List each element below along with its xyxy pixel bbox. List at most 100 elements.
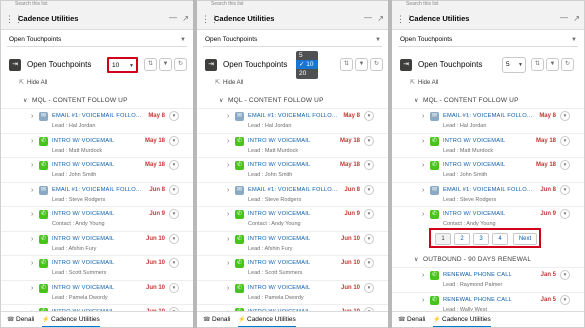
refresh-button[interactable]: ↻ bbox=[174, 58, 187, 71]
row-actions-button[interactable]: ▼ bbox=[364, 282, 374, 293]
task-name[interactable]: INTRO W/ VOICEMAIL bbox=[443, 210, 505, 219]
apps-icon[interactable]: ⋮⋮ bbox=[396, 14, 414, 24]
row-actions-button[interactable]: ▼ bbox=[169, 184, 179, 195]
page-button-4[interactable]: 4 bbox=[492, 233, 508, 245]
task-row[interactable]: › ✆ INTRO W/ VOICEMAIL Lead : Afshin Fury Ju… bbox=[1, 230, 193, 254]
chevron-right-icon[interactable]: › bbox=[227, 161, 229, 171]
task-name[interactable]: INTRO W/ VOICEMAIL bbox=[248, 235, 310, 244]
popout-icon[interactable]: ↗ bbox=[377, 13, 384, 25]
footer-item-denali[interactable]: ☎ Denali bbox=[7, 315, 34, 325]
page-button-2[interactable]: 2 bbox=[454, 233, 470, 245]
row-actions-button[interactable]: ▼ bbox=[364, 233, 374, 244]
apps-icon[interactable]: ⋮⋮ bbox=[201, 14, 219, 24]
row-actions-button[interactable]: ▼ bbox=[169, 282, 179, 293]
next-page-button[interactable]: Next bbox=[513, 233, 537, 245]
task-name[interactable]: RENEWAL PHONE CALL bbox=[443, 296, 512, 305]
task-row[interactable]: › ✉ EMAIL #1: VOICEMAIL FOLLO... Lead : Ste… bbox=[197, 181, 388, 205]
chevron-right-icon[interactable]: › bbox=[31, 161, 33, 171]
task-row[interactable]: › ✆ INTRO W/ VOICEMAIL Contact : Andy Young… bbox=[197, 206, 388, 229]
task-row[interactable]: › ✆ INTRO W/ VOICEMAIL Contact : Andy Young… bbox=[392, 206, 584, 229]
task-row[interactable]: › ✆ INTRO W/ VOICEMAIL Lead : Afshin Fury Ju… bbox=[197, 230, 388, 254]
task-row[interactable]: › ✆ INTRO W/ VOICEMAIL Lead : John Smith May… bbox=[392, 157, 584, 180]
chevron-right-icon[interactable]: › bbox=[227, 235, 229, 245]
minimize-icon[interactable]: — bbox=[364, 12, 372, 24]
hide-all-button[interactable]: ⇱ Hide All bbox=[215, 78, 243, 88]
chevron-right-icon[interactable]: › bbox=[422, 186, 424, 196]
row-actions-button[interactable]: ▼ bbox=[364, 135, 374, 146]
chevron-right-icon[interactable]: › bbox=[422, 137, 424, 147]
page-size-option[interactable]: 20 bbox=[296, 69, 318, 78]
task-row[interactable]: › ✆ INTRO W/ VOICEMAIL Contact : Andy Young… bbox=[1, 206, 193, 229]
row-actions-button[interactable]: ▼ bbox=[169, 258, 179, 268]
task-name[interactable]: INTRO W/ VOICEMAIL bbox=[443, 161, 505, 170]
row-actions-button[interactable]: ▼ bbox=[560, 111, 570, 121]
task-name[interactable]: INTRO W/ VOICEMAIL bbox=[52, 137, 114, 146]
filter-button[interactable]: ▼ bbox=[355, 58, 368, 71]
chevron-right-icon[interactable]: › bbox=[31, 210, 33, 220]
chevron-right-icon[interactable]: › bbox=[31, 137, 33, 147]
footer-item-cadence-utilities[interactable]: ⚡ Cadence Utilities bbox=[238, 315, 296, 327]
task-name[interactable]: INTRO W/ VOICEMAIL bbox=[248, 161, 310, 170]
row-actions-button[interactable]: ▼ bbox=[169, 160, 179, 170]
task-name[interactable]: EMAIL #1: VOICEMAIL FOLLO... bbox=[248, 186, 337, 195]
task-name[interactable]: RENEWAL PHONE CALL bbox=[443, 271, 512, 280]
task-row[interactable]: › ✆ INTRO W/ VOICEMAIL Lead : Scott Summers… bbox=[1, 255, 193, 278]
row-actions-button[interactable]: ▼ bbox=[364, 111, 374, 121]
task-row[interactable]: › ✆ INTRO W/ VOICEMAIL Lead : John Smith May… bbox=[1, 157, 193, 180]
group-header[interactable]: ∨ OUTBOUND - 90 DAYS RENEWAL bbox=[414, 255, 531, 265]
chevron-right-icon[interactable]: › bbox=[422, 210, 424, 220]
filter-button[interactable]: ▼ bbox=[546, 58, 559, 71]
row-actions-button[interactable]: ▼ bbox=[364, 258, 374, 268]
chevron-right-icon[interactable]: › bbox=[227, 284, 229, 294]
page-size-option-selected[interactable]: ✓ 10 bbox=[296, 60, 318, 69]
task-name[interactable]: INTRO W/ VOICEMAIL bbox=[52, 235, 114, 244]
footer-item-cadence-utilities[interactable]: ⚡ Cadence Utilities bbox=[433, 315, 491, 327]
task-name[interactable]: INTRO W/ VOICEMAIL bbox=[248, 210, 310, 219]
apps-icon[interactable]: ⋮⋮ bbox=[5, 14, 23, 24]
row-actions-button[interactable]: ▼ bbox=[560, 135, 570, 146]
chevron-right-icon[interactable]: › bbox=[31, 259, 33, 269]
page-button-3[interactable]: 3 bbox=[473, 233, 489, 245]
task-row[interactable]: › ✉ EMAIL #1: VOICEMAIL FOLLO... Lead : Hal… bbox=[197, 108, 388, 131]
task-name[interactable]: INTRO W/ VOICEMAIL bbox=[52, 259, 114, 268]
task-row[interactable]: › ✆ INTRO W/ VOICEMAIL Lead : Pamela Dwordy… bbox=[197, 279, 388, 303]
row-actions-button[interactable]: ▼ bbox=[560, 294, 570, 305]
page-size-select[interactable]: 10 ▼ bbox=[107, 57, 138, 73]
page-button-1[interactable]: 1 bbox=[435, 233, 451, 245]
row-actions-button[interactable]: ▼ bbox=[560, 160, 570, 170]
row-actions-button[interactable]: ▼ bbox=[364, 209, 374, 219]
row-actions-button[interactable]: ▼ bbox=[560, 270, 570, 280]
task-row[interactable]: › ✉ EMAIL #1: VOICEMAIL FOLLO... Lead : Hal… bbox=[392, 108, 584, 131]
task-name[interactable]: INTRO W/ VOICEMAIL bbox=[52, 210, 114, 219]
hide-all-button[interactable]: ⇱ Hide All bbox=[410, 78, 438, 88]
page-size-option[interactable]: 5 bbox=[296, 51, 318, 60]
chevron-right-icon[interactable]: › bbox=[227, 259, 229, 269]
task-name[interactable]: EMAIL #1: VOICEMAIL FOLLO... bbox=[52, 186, 141, 195]
task-name[interactable]: INTRO W/ VOICEMAIL bbox=[248, 284, 310, 293]
footer-item-denali[interactable]: ☎ Denali bbox=[203, 315, 230, 325]
sort-button[interactable]: ⇅ bbox=[340, 58, 353, 71]
hide-all-button[interactable]: ⇱ Hide All bbox=[19, 78, 47, 88]
task-row[interactable]: › ✆ INTRO W/ VOICEMAIL Lead : Matt Murdock M… bbox=[1, 132, 193, 156]
chevron-right-icon[interactable]: › bbox=[227, 112, 229, 122]
task-row[interactable]: › ✉ EMAIL #1: VOICEMAIL FOLLO... Lead : Ste… bbox=[1, 181, 193, 205]
task-row[interactable]: › ✆ RENEWAL PHONE CALL Lead : Raymond Palme… bbox=[392, 267, 584, 290]
popout-icon[interactable]: ↗ bbox=[182, 13, 189, 25]
chevron-right-icon[interactable]: › bbox=[227, 137, 229, 147]
view-select[interactable]: Open Touchpoints ▼ bbox=[203, 33, 382, 47]
row-actions-button[interactable]: ▼ bbox=[560, 184, 570, 195]
group-header[interactable]: ∨ MQL - CONTENT FOLLOW UP bbox=[219, 96, 324, 106]
chevron-right-icon[interactable]: › bbox=[227, 186, 229, 196]
chevron-right-icon[interactable]: › bbox=[31, 284, 33, 294]
filter-button[interactable]: ▼ bbox=[159, 58, 172, 71]
task-name[interactable]: EMAIL #1: VOICEMAIL FOLLO... bbox=[443, 186, 532, 195]
row-actions-button[interactable]: ▼ bbox=[169, 135, 179, 146]
refresh-button[interactable]: ↻ bbox=[561, 58, 574, 71]
task-name[interactable]: EMAIL #1: VOICEMAIL FOLLO... bbox=[443, 112, 532, 121]
footer-item-denali[interactable]: ☎ Denali bbox=[398, 315, 425, 325]
chevron-right-icon[interactable]: › bbox=[422, 112, 424, 122]
task-name[interactable]: INTRO W/ VOICEMAIL bbox=[52, 284, 114, 293]
task-row[interactable]: › ✆ INTRO W/ VOICEMAIL Lead : Scott Summers… bbox=[197, 255, 388, 278]
task-name[interactable]: EMAIL #1: VOICEMAIL FOLLO... bbox=[52, 112, 141, 121]
task-row[interactable]: › ✉ EMAIL #1: VOICEMAIL FOLLO... Lead : Hal… bbox=[1, 108, 193, 131]
